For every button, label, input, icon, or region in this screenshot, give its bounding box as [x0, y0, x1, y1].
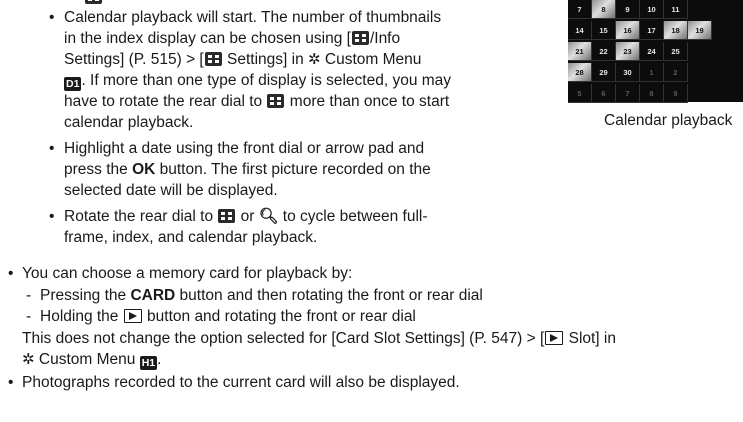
text-span: Settings] in	[222, 51, 309, 68]
calendar-cell: 5	[568, 84, 592, 103]
text-span: in the index display can be chosen using…	[64, 30, 351, 47]
text-span: button and then rotating the front or re…	[175, 287, 483, 304]
sub-bullet-marker: •	[49, 9, 55, 26]
calendar-cell: 22	[592, 42, 616, 61]
sub-bullet-marker: •	[49, 140, 55, 157]
gear-icon: ✲	[308, 51, 321, 68]
text-span: Settings] (P. 515) > [	[64, 51, 204, 68]
text-span: Slot] in	[564, 330, 616, 347]
index-grid-icon	[204, 52, 222, 66]
text-line: selected date will be displayed.	[64, 182, 278, 199]
index-grid-icon	[267, 94, 285, 108]
calendar-cell: 2	[664, 63, 688, 82]
sub-bullet-marker: •	[49, 208, 55, 225]
calendar-cell: 7	[568, 0, 592, 19]
calendar-cell: 10	[640, 0, 664, 19]
text-line: Holding the button and rotating the fron…	[40, 307, 416, 327]
text-line: Photographs recorded to the current card…	[22, 374, 460, 391]
calendar-cell: 21	[568, 42, 592, 61]
text-span: /Info	[369, 30, 401, 47]
calendar-cell: 11	[664, 0, 688, 19]
calendar-cell: 9	[616, 0, 640, 19]
card-button-label: CARD	[130, 287, 176, 304]
bullet-marker: •	[8, 374, 14, 391]
magnifier-icon: 🔍︎	[258, 208, 279, 225]
text-line: Highlight a date using the front dial or…	[64, 140, 425, 157]
text-span: press the	[64, 161, 133, 178]
text-line: D1. If more than one type of display is …	[64, 71, 451, 91]
text-line: Rotate the rear dial to or 🔍︎ to cycle b…	[64, 207, 428, 227]
calendar-cell: 18	[664, 21, 688, 40]
playback-icon	[123, 309, 142, 323]
clipped-line	[84, 0, 103, 8]
text-line: Calendar playback will start. The number…	[64, 9, 442, 26]
calendar-cell: 24	[640, 42, 664, 61]
text-line: calendar playback.	[64, 114, 194, 131]
text-span: have to rotate the rear dial to	[64, 93, 267, 110]
calendar-cell: 6	[592, 84, 616, 103]
text-line: This does not change the option selected…	[22, 329, 616, 349]
text-span: Custom Menu	[320, 51, 422, 68]
playback-icon	[545, 331, 564, 345]
text-line: frame, index, and calendar playback.	[64, 229, 318, 246]
calendar-cell: 28	[568, 63, 592, 82]
text-span: This does not change the option selected…	[22, 330, 545, 347]
text-span: Rotate the rear dial to	[64, 208, 218, 225]
calendar-cell: 17	[640, 21, 664, 40]
bullet-marker: •	[8, 265, 14, 282]
calendar-playback-screen: 7 8 9 10 11 14 15 16 17 18 19 21 22 23 2…	[568, 0, 743, 103]
text-span: .	[157, 351, 162, 368]
custom-menu-d1-icon: D1	[64, 77, 82, 91]
calendar-cell: 7	[616, 84, 640, 103]
text-line: Pressing the CARD button and then rotati…	[40, 286, 483, 306]
text-line: You can choose a memory card for playbac…	[22, 265, 353, 282]
text-span: button and rotating the front or rear di…	[142, 308, 416, 325]
calendar-cell: 1	[640, 63, 664, 82]
dash-marker: -	[26, 308, 32, 325]
text-line: have to rotate the rear dial to more tha…	[64, 92, 449, 112]
calendar-cell: 23	[616, 42, 640, 61]
index-grid-icon	[351, 31, 369, 45]
text-span: to cycle between full-	[278, 208, 428, 225]
text-line: in the index display can be chosen using…	[64, 29, 400, 49]
calendar-cell: 9	[664, 84, 688, 103]
dash-marker: -	[26, 287, 32, 304]
text-span: . If more than one type of display is se…	[81, 72, 452, 89]
calendar-cell: 16	[616, 21, 640, 40]
text-span: Custom Menu	[34, 351, 140, 368]
custom-menu-h1-icon: H1	[139, 356, 158, 370]
calendar-cell: 29	[592, 63, 616, 82]
text-span: Holding the	[40, 308, 123, 325]
calendar-cell: 14	[568, 21, 592, 40]
calendar-caption: Calendar playback	[604, 112, 733, 129]
calendar-cell: 8	[640, 84, 664, 103]
text-line: ✲ Custom Menu H1.	[22, 350, 161, 370]
calendar-cell: 25	[664, 42, 688, 61]
index-grid-icon	[218, 209, 236, 223]
index-grid-icon	[85, 0, 102, 4]
calendar-cell: 30	[616, 63, 640, 82]
text-line: Settings] (P. 515) > [ Settings] in ✲ Cu…	[64, 50, 421, 70]
ok-button-label: OK	[132, 161, 156, 178]
text-line: press the OK button. The first picture r…	[64, 160, 431, 180]
calendar-cell: 19	[688, 21, 712, 40]
calendar-cell: 8	[592, 0, 616, 19]
text-span: button. The first picture recorded on th…	[155, 161, 431, 178]
gear-icon: ✲	[22, 351, 35, 368]
text-span: Pressing the	[40, 287, 131, 304]
text-span: or	[236, 208, 259, 225]
text-span: more than once to start	[285, 93, 450, 110]
calendar-cell: 15	[592, 21, 616, 40]
